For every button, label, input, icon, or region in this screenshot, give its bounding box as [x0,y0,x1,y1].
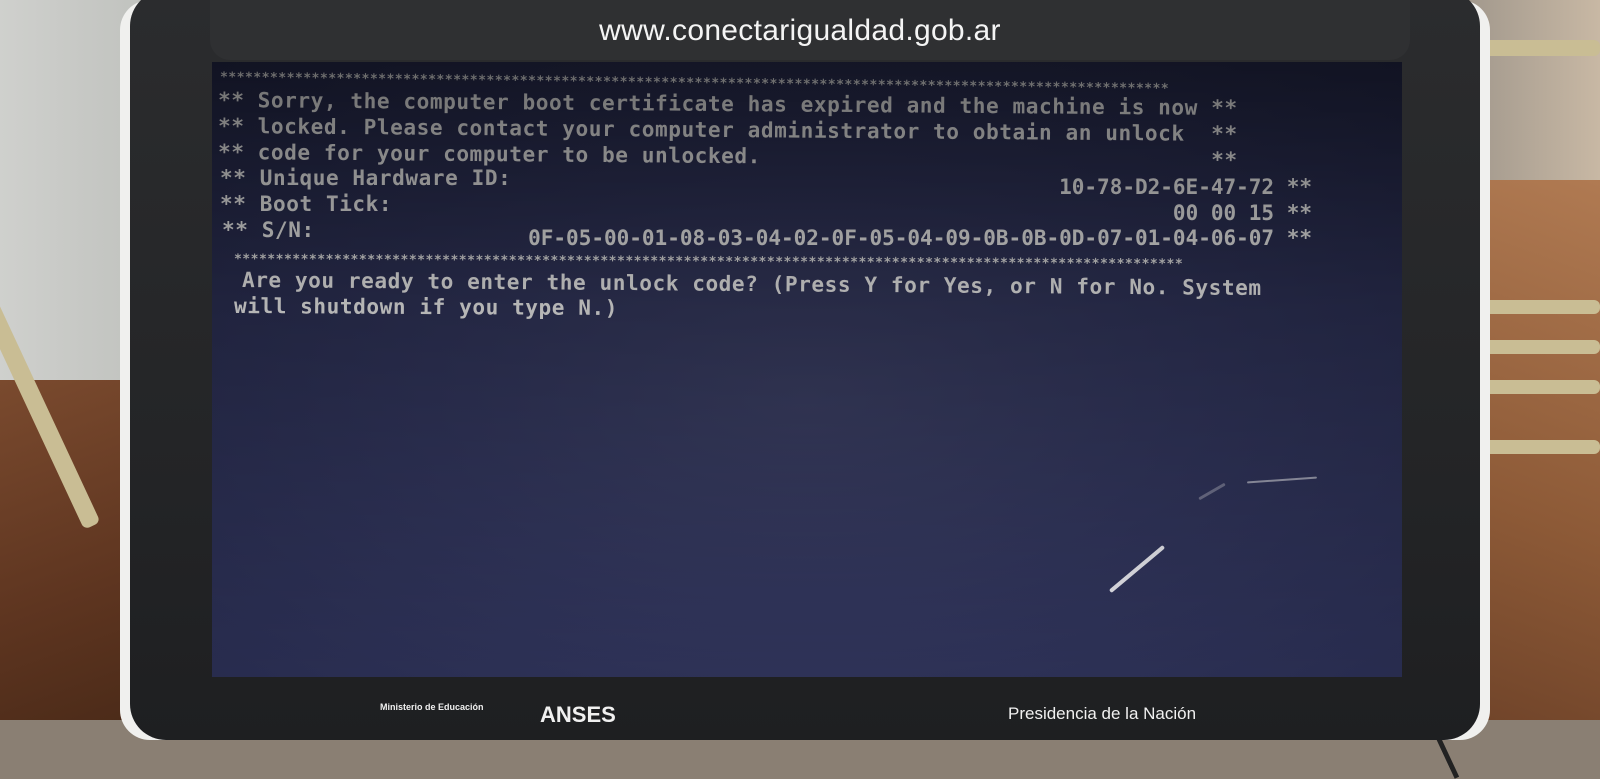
screen-glare [1247,476,1317,484]
presidencia-logo-text: Presidencia de la Nación [1008,704,1197,723]
boot-tick-value: 00 00 15 ** [1172,201,1312,225]
hardware-id-label: ** Unique Hardware ID: [220,166,512,190]
anses-logo-text: ANSES [540,702,616,727]
sn-label: ** S/N: [222,218,315,242]
boot-screen: ****************************************… [212,62,1402,677]
screen-glare [1108,544,1166,594]
ministry-logo-text: Ministerio de Educación [380,702,484,712]
hardware-id-value: 10-78-D2-6E-47-72 ** [1059,175,1312,199]
sn-value: 0F-05-00-01-08-03-04-02-0F-05-04-09-0B-0… [528,226,1312,250]
screen-glare [1198,482,1226,501]
unlock-prompt-line-2: will shutdown if you type N.) [233,294,619,321]
boot-tick-label: ** Boot Tick: [220,192,393,216]
bezel-url: www.conectarigualdad.gob.ar [599,14,1001,47]
